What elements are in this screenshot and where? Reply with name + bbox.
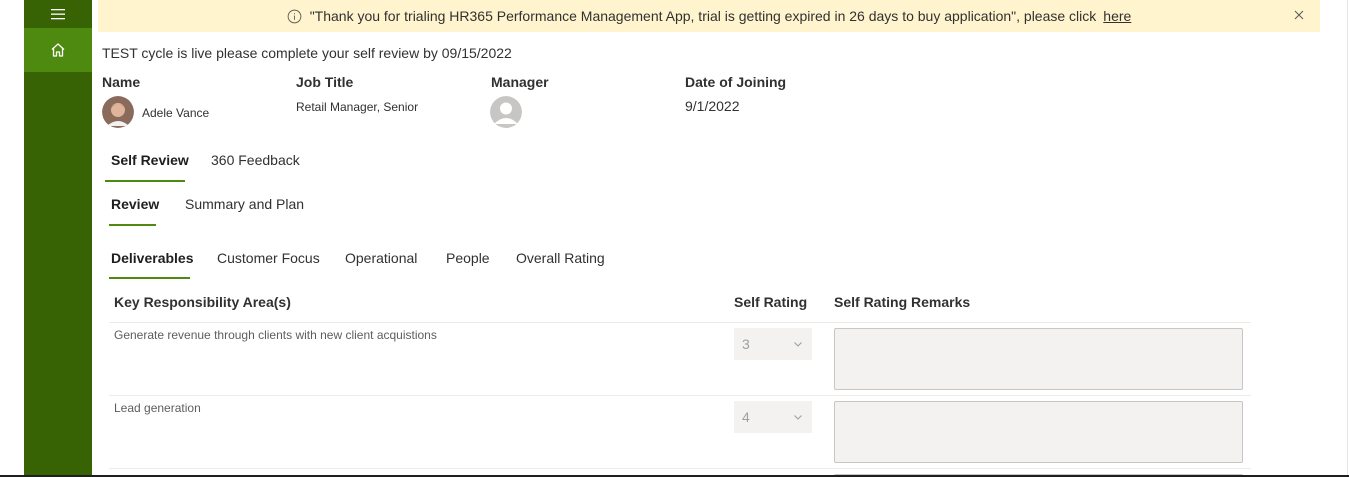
row-divider bbox=[109, 322, 1251, 323]
tab-people[interactable]: People bbox=[446, 250, 490, 266]
app-rail bbox=[24, 0, 92, 477]
employee-name: Adele Vance bbox=[142, 106, 210, 120]
active-section-indicator bbox=[109, 277, 190, 279]
header-self-rating: Self Rating bbox=[734, 294, 808, 310]
row-divider bbox=[109, 468, 1251, 469]
self-rating-remarks-field[interactable] bbox=[834, 401, 1243, 463]
job-title-label: Job Title bbox=[296, 74, 354, 90]
info-icon bbox=[287, 9, 302, 24]
buy-link[interactable]: here bbox=[1103, 8, 1131, 24]
header-kra: Key Responsibility Area(s) bbox=[114, 294, 291, 310]
chevron-down-icon bbox=[794, 342, 802, 347]
trial-banner: "Thank you for trialing HR365 Performanc… bbox=[98, 0, 1320, 32]
manager-label: Manager bbox=[491, 74, 549, 90]
banner-message: "Thank you for trialing HR365 Performanc… bbox=[309, 8, 1097, 24]
menu-icon bbox=[51, 9, 65, 20]
menu-button[interactable] bbox=[24, 0, 92, 28]
cycle-notice: TEST cycle is live please complete your … bbox=[102, 45, 512, 61]
tab-review[interactable]: Review bbox=[111, 196, 159, 212]
kra-text: Generate revenue through clients with ne… bbox=[114, 328, 437, 342]
row-divider bbox=[109, 395, 1251, 396]
window-edge bbox=[1347, 0, 1348, 477]
job-title-value: Retail Manager, Senior bbox=[296, 100, 419, 114]
home-button[interactable] bbox=[24, 28, 92, 72]
date-of-joining-value: 9/1/2022 bbox=[685, 98, 740, 114]
header-self-rating-remarks: Self Rating Remarks bbox=[834, 294, 971, 310]
tab-operational[interactable]: Operational bbox=[345, 250, 417, 266]
chevron-down-icon bbox=[794, 415, 802, 420]
active-subtab-indicator bbox=[109, 224, 156, 226]
manager-avatar-placeholder bbox=[490, 96, 522, 128]
tab-deliverables[interactable]: Deliverables bbox=[111, 250, 194, 266]
tab-summary-and-plan[interactable]: Summary and Plan bbox=[185, 196, 304, 212]
self-rating-dropdown[interactable]: 4 bbox=[734, 401, 812, 433]
name-label: Name bbox=[102, 74, 141, 90]
tab-customer-focus[interactable]: Customer Focus bbox=[217, 250, 320, 266]
kra-text: Lead generation bbox=[114, 401, 201, 415]
date-of-joining-label: Date of Joining bbox=[685, 74, 787, 90]
self-rating-dropdown[interactable]: 3 bbox=[734, 328, 812, 360]
self-rating-remarks-field[interactable] bbox=[834, 328, 1243, 390]
self-rating-value: 3 bbox=[742, 336, 750, 352]
close-icon[interactable] bbox=[1292, 8, 1306, 22]
active-tab-indicator bbox=[105, 180, 185, 182]
tab-overall-rating[interactable]: Overall Rating bbox=[516, 250, 605, 266]
tab-360-feedback[interactable]: 360 Feedback bbox=[211, 152, 300, 168]
left-gutter bbox=[0, 0, 24, 477]
employee-avatar bbox=[102, 96, 134, 128]
self-rating-value: 4 bbox=[742, 409, 750, 425]
home-icon bbox=[51, 43, 65, 57]
tab-self-review[interactable]: Self Review bbox=[111, 152, 189, 168]
